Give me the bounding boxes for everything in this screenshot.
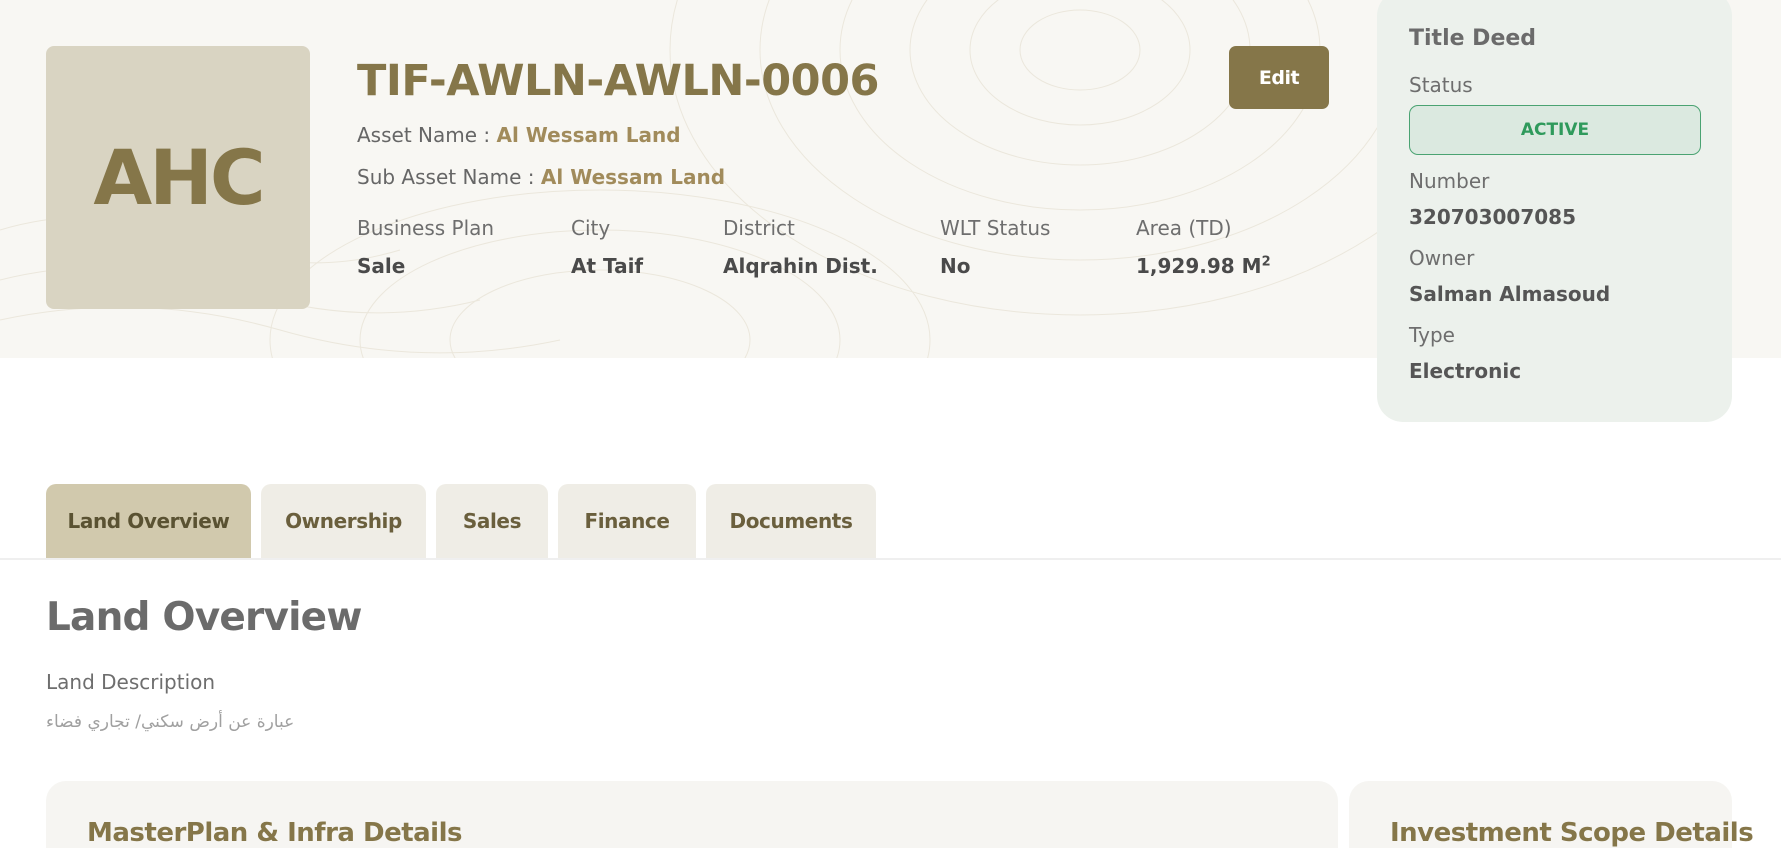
title-deed-heading: Title Deed [1409, 26, 1537, 51]
company-logo: AHC [46, 46, 310, 309]
type-label: Type [1409, 323, 1455, 347]
fact-city: City At Taif [571, 216, 643, 278]
tab-finance[interactable]: Finance [558, 484, 696, 558]
asset-name-value: Al Wessam Land [496, 123, 681, 147]
logo-text: AHC [93, 133, 265, 222]
edit-button[interactable]: Edit [1229, 46, 1329, 109]
land-description-text: عبارة عن أرض سكني/ تجاري فضاء [46, 712, 295, 732]
status-label: Status [1409, 73, 1473, 97]
masterplan-card: MasterPlan & Infra Details [46, 781, 1338, 848]
fact-value: Sale [357, 254, 406, 278]
owner-value: Salman Almasoud [1409, 282, 1611, 306]
tab-bar: Land Overview Ownership Sales Finance Do… [46, 484, 876, 558]
type-value: Electronic [1409, 359, 1522, 383]
section-title: Land Overview [46, 595, 362, 640]
fact-value: No [940, 254, 971, 278]
asset-code-title: TIF-AWLN-AWLN-0006 [357, 56, 879, 106]
asset-name-row: Asset Name : Al Wessam Land [357, 123, 681, 147]
land-description-label: Land Description [46, 670, 216, 694]
fact-district: District Alqrahin Dist. [723, 216, 878, 278]
area-value: 1,929.98 M [1136, 254, 1262, 278]
fact-label: Area (TD) [1136, 216, 1232, 240]
tab-sales[interactable]: Sales [436, 484, 548, 558]
status-badge: ACTIVE [1409, 105, 1701, 155]
asset-name-label: Asset Name : [357, 123, 491, 147]
fact-value: At Taif [571, 254, 644, 278]
fact-label: City [571, 216, 611, 240]
fact-business-plan: Business Plan Sale [357, 216, 494, 278]
tab-land-overview[interactable]: Land Overview [46, 484, 251, 558]
masterplan-card-title: MasterPlan & Infra Details [87, 818, 462, 848]
fact-value: Alqrahin Dist. [723, 254, 878, 278]
fact-value: 1,929.98 M2 [1136, 254, 1271, 278]
area-unit-superscript: 2 [1261, 254, 1271, 270]
sub-asset-name-row: Sub Asset Name : Al Wessam Land [357, 165, 725, 189]
fact-label: District [723, 216, 795, 240]
sub-asset-name-label: Sub Asset Name : [357, 165, 535, 189]
fact-label: Business Plan [357, 216, 495, 240]
owner-label: Owner [1409, 246, 1475, 270]
fact-label: WLT Status [940, 216, 1051, 240]
tab-divider [0, 558, 1781, 560]
tab-documents[interactable]: Documents [706, 484, 876, 558]
sub-asset-name-value: Al Wessam Land [540, 165, 726, 189]
investment-card: Investment Scope Details [1349, 781, 1754, 848]
number-value: 320703007085 [1409, 205, 1576, 229]
title-deed-card: Title Deed Status ACTIVE Number 32070300… [1377, 0, 1732, 422]
fact-area: Area (TD) 1,929.98 M2 [1136, 216, 1271, 278]
investment-card-title: Investment Scope Details [1390, 818, 1754, 848]
number-label: Number [1409, 169, 1490, 193]
tab-ownership[interactable]: Ownership [261, 484, 426, 558]
fact-wlt-status: WLT Status No [940, 216, 1050, 278]
